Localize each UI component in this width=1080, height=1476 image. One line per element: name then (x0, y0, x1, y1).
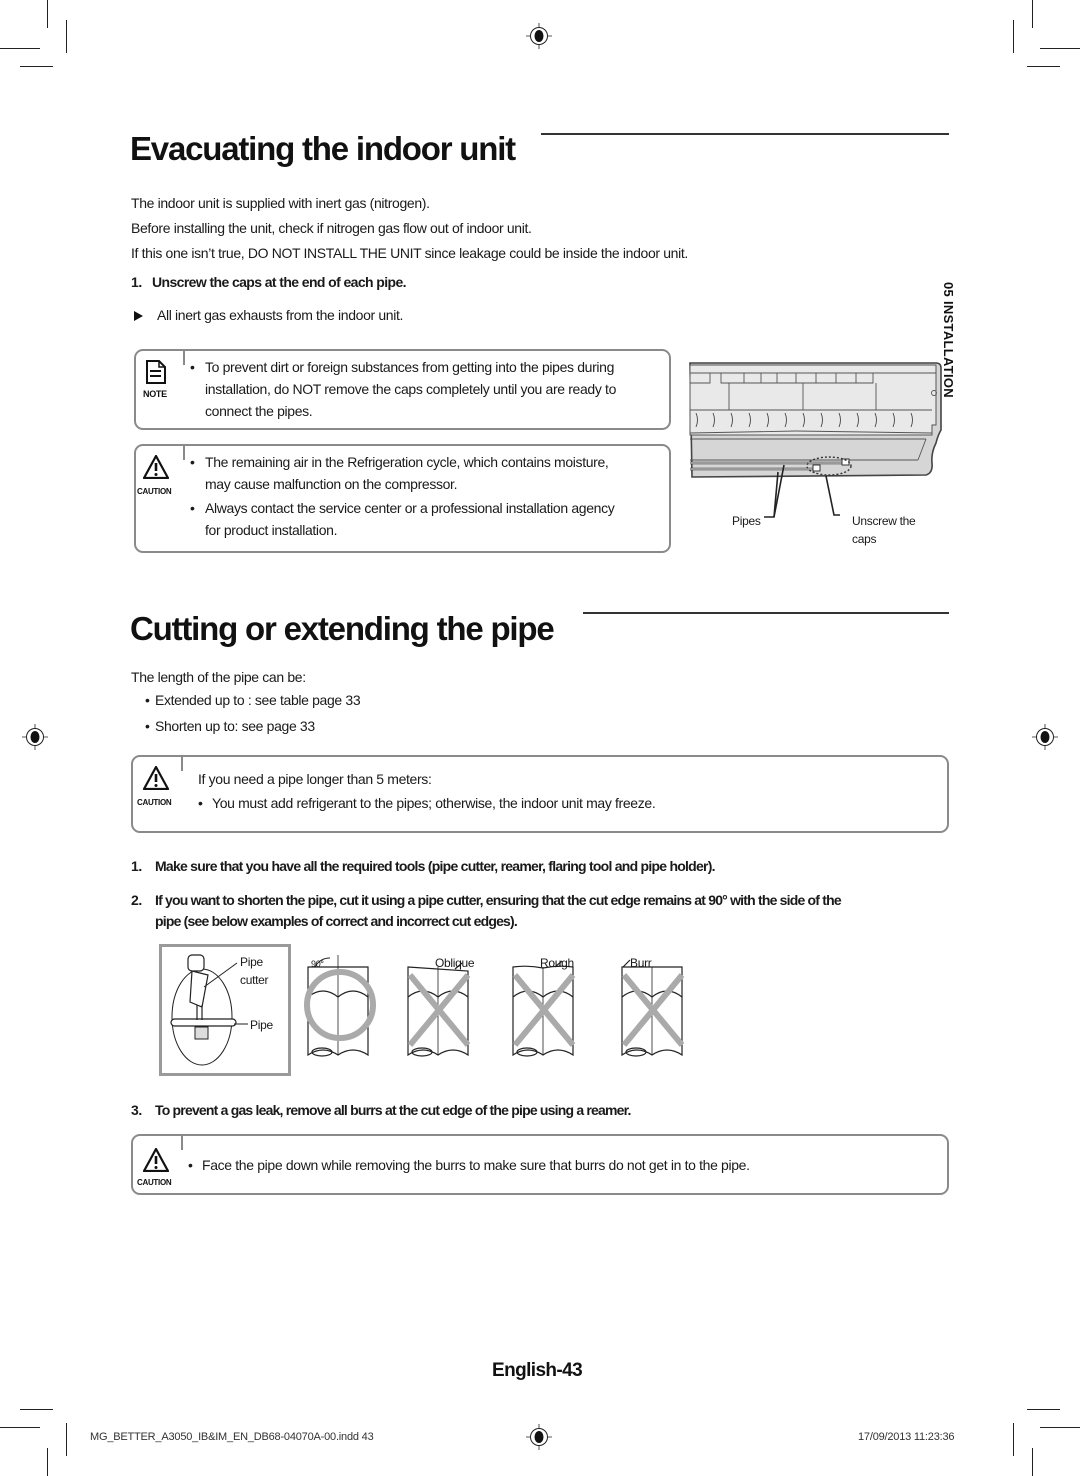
note-line-2: installation, do NOT remove the caps com… (205, 381, 617, 397)
step-text: If you want to shorten the pipe, cut it … (155, 892, 842, 908)
footer-datetime: 17/09/2013 11:23:36 (858, 1431, 955, 1443)
box-divider (183, 444, 185, 460)
step-text: To prevent a gas leak, remove all burrs … (155, 1102, 631, 1118)
section-title-evacuating: Evacuating the indoor unit (130, 130, 516, 167)
step-number: 1. (131, 858, 142, 874)
pipe-cutter-illustration (170, 954, 248, 1066)
crop-mark (47, 1448, 48, 1476)
label-pipe: Pipe (250, 1018, 273, 1032)
title-rule (583, 612, 949, 614)
crop-mark (1032, 1448, 1033, 1476)
pipe-length-extended: Extended up to : see table page 33 (155, 692, 361, 708)
caution-label: CAUTION (137, 487, 172, 496)
caution-label: CAUTION (137, 1178, 172, 1187)
caution-warning-icon (143, 766, 169, 790)
crop-mark (1027, 66, 1060, 67)
intro-line-1: The indoor unit is supplied with inert g… (131, 195, 430, 211)
registration-mark-icon (526, 23, 552, 49)
caution-warning-icon (143, 455, 169, 479)
note-label: NOTE (143, 389, 167, 399)
crop-mark (20, 1409, 53, 1410)
label-oblique: Oblique (435, 956, 475, 970)
caution-line-4: for product installation. (205, 522, 338, 538)
bullet-dot: • (190, 359, 195, 375)
caution-label: CAUTION (137, 798, 172, 807)
caution-line-3: Always contact the service center or a p… (205, 500, 615, 516)
caution-text: Face the pipe down while removing the bu… (202, 1157, 750, 1173)
registration-mark-icon (526, 1424, 552, 1450)
caution-text: You must add refrigerant to the pipes; o… (212, 795, 656, 811)
crop-mark (47, 0, 48, 28)
page-number: English-43 (492, 1360, 583, 1381)
note-icon (146, 360, 166, 384)
crop-mark (0, 1427, 40, 1428)
bullet-dot: • (145, 692, 150, 708)
label-rough: Rough (540, 956, 574, 970)
step-number: 2. (131, 892, 142, 908)
registration-mark-icon (1032, 724, 1058, 750)
label-unscrew-caps-2: caps (852, 532, 877, 546)
box-divider (181, 1134, 183, 1150)
indoor-unit-illustration (689, 362, 942, 518)
intro-line-2: Before installing the unit, check if nit… (131, 220, 532, 236)
box-divider (181, 755, 183, 771)
crop-mark (0, 48, 40, 49)
label-angle-90: 90° (311, 959, 324, 969)
caution-heading: If you need a pipe longer than 5 meters: (198, 771, 432, 787)
note-line-3: connect the pipes. (205, 403, 313, 419)
crop-mark (1013, 1423, 1014, 1456)
result-text: All inert gas exhausts from the indoor u… (157, 307, 404, 323)
step-text-cont: pipe (see below examples of correct and … (155, 913, 518, 929)
step-text: Unscrew the caps at the end of each pipe… (152, 274, 407, 290)
crop-mark (66, 20, 67, 53)
section-title-cutting: Cutting or extending the pipe (130, 610, 555, 647)
pipe-length-intro: The length of the pipe can be: (131, 669, 306, 685)
note-line-1: To prevent dirt or foreign substances fr… (205, 359, 615, 375)
bullet-dot: • (190, 454, 195, 470)
intro-line-3: If this one isn’t true, DO NOT INSTALL T… (131, 245, 688, 261)
bullet-dot: • (198, 795, 203, 811)
bullet-dot: • (145, 718, 150, 734)
label-unscrew-caps-1: Unscrew the (852, 514, 916, 528)
bullet-dot: • (190, 500, 195, 516)
caution-line-1: The remaining air in the Refrigeration c… (205, 454, 609, 470)
registration-mark-icon (22, 724, 48, 750)
chapter-tab: 05 INSTALLATION (941, 282, 956, 398)
box-divider (183, 349, 185, 365)
caution-warning-icon (143, 1148, 169, 1172)
crop-mark (1013, 20, 1014, 53)
pipe-length-shorten: Shorten up to: see page 33 (155, 718, 315, 734)
step-number: 3. (131, 1102, 142, 1118)
arrow-bullet-icon (134, 311, 143, 321)
crop-mark (1040, 1427, 1080, 1428)
title-rule (541, 133, 949, 135)
label-pipe-cutter-1: Pipe (240, 955, 263, 969)
step-number: 1. (131, 274, 142, 290)
crop-mark (1040, 48, 1080, 49)
step-text: Make sure that you have all the required… (155, 858, 716, 874)
crop-mark (1027, 1409, 1060, 1410)
label-burr: Burr (630, 956, 652, 970)
caution-line-2: may cause malfunction on the compressor. (205, 476, 458, 492)
crop-mark (66, 1423, 67, 1456)
crop-mark (1032, 0, 1033, 28)
footer-filename: MG_BETTER_A3050_IB&IM_EN_DB68-04070A-00.… (90, 1431, 374, 1443)
bullet-dot: • (188, 1157, 193, 1173)
pipe-cut-examples (304, 955, 685, 1057)
label-pipe-cutter-2: cutter (240, 973, 269, 987)
caution-box (131, 755, 949, 833)
crop-mark (20, 66, 53, 67)
label-pipes: Pipes (732, 514, 761, 528)
